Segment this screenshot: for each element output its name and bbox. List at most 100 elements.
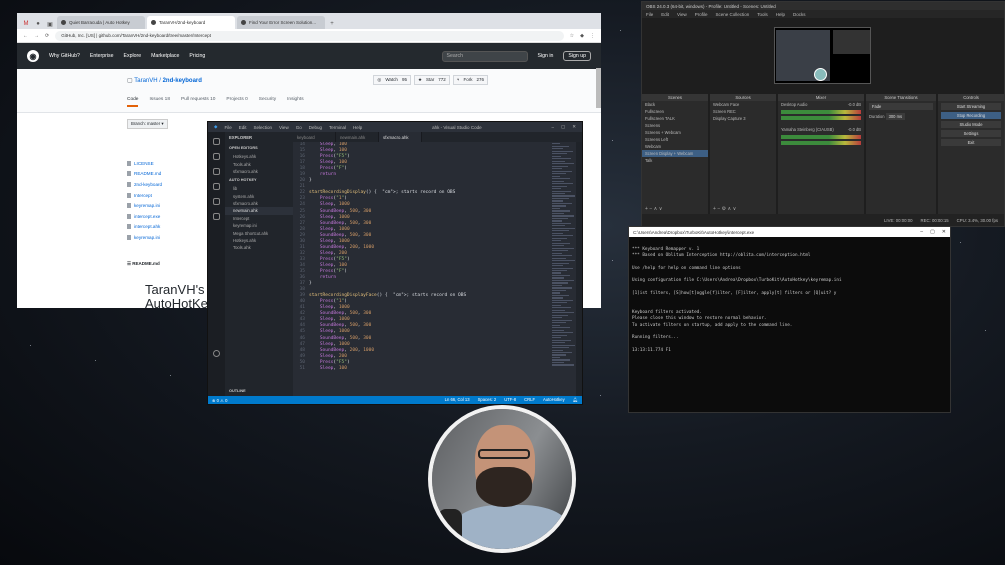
menu-edit[interactable]: Edit xyxy=(239,125,247,130)
open-editor-item[interactable]: sfxmacro.ahk xyxy=(225,168,293,175)
tree-item[interactable]: Tools.ahk xyxy=(225,244,293,251)
editor-tab[interactable]: newmain.ahk xyxy=(336,132,379,142)
source-control-icon[interactable] xyxy=(213,168,220,175)
problems-indicator[interactable]: ⊗ 0 ⚠ 0 xyxy=(212,398,227,403)
scene-item[interactable]: Screens Left xyxy=(642,136,708,143)
extensions-icon[interactable] xyxy=(213,198,220,205)
extension-icon[interactable]: ◆ xyxy=(580,33,584,39)
obs-preview[interactable] xyxy=(774,27,871,84)
explorer-icon[interactable] xyxy=(213,138,220,145)
menu-debug[interactable]: Debug xyxy=(309,125,322,130)
scene-item[interactable]: Talk xyxy=(642,157,708,164)
github-search-input[interactable]: Search xyxy=(441,50,528,62)
code-editor[interactable]: 14 Sleep, 100 15 Sleep, 100 16 Press("F5")… xyxy=(293,142,550,398)
maximize-icon[interactable]: ▢ xyxy=(561,124,565,130)
obs-menu-docks[interactable]: Docks xyxy=(793,12,806,17)
scene-item[interactable]: Screens xyxy=(642,122,708,129)
pinned-tab-icon[interactable]: ● xyxy=(33,19,43,29)
repo-owner-link[interactable]: TaranVH xyxy=(134,78,157,84)
source-item[interactable]: Screen REC xyxy=(710,108,776,115)
tree-item[interactable]: sfxmacro.ahk xyxy=(225,200,293,207)
menu-help[interactable]: Help xyxy=(353,125,362,130)
maximize-icon[interactable]: ▢ xyxy=(930,229,935,235)
menu-go[interactable]: Go xyxy=(296,125,302,130)
tree-item[interactable]: Hotkeys.ahk xyxy=(225,237,293,244)
sign-in-link[interactable]: Sign in xyxy=(538,53,554,59)
browser-tab[interactable]: Find Your Error Screen Solution... xyxy=(237,16,325,29)
new-tab-icon[interactable]: + xyxy=(327,19,337,29)
studio-mode-button[interactable]: Studio Mode xyxy=(941,121,1001,128)
file-row[interactable]: keyremap.ini xyxy=(127,200,219,211)
add-icon[interactable]: + xyxy=(713,206,716,212)
down-icon[interactable]: ∨ xyxy=(659,206,663,212)
tab-code[interactable]: Code xyxy=(127,97,139,107)
remove-icon[interactable]: − xyxy=(649,206,652,212)
volume-meter[interactable] xyxy=(781,110,861,114)
scene-item[interactable]: Fullscreen xyxy=(642,108,708,115)
remove-icon[interactable]: − xyxy=(717,206,720,212)
source-item[interactable]: Webcam Face xyxy=(710,101,776,108)
settings-button[interactable]: Settings xyxy=(941,130,1001,137)
browser-tab-active[interactable]: TaranVH/2nd-keyboard xyxy=(147,16,235,29)
menu-terminal[interactable]: Terminal xyxy=(329,125,346,130)
obs-menu-help[interactable]: Help xyxy=(776,12,785,17)
cursor-position[interactable]: Ln 66, Col 13 xyxy=(445,397,470,403)
menu-file[interactable]: File xyxy=(224,125,231,130)
indentation[interactable]: Spaces: 2 xyxy=(478,397,497,403)
obs-menu-view[interactable]: View xyxy=(677,12,687,17)
gear-icon[interactable]: ⚙ xyxy=(722,206,726,212)
close-icon[interactable]: ✕ xyxy=(942,229,946,235)
sign-up-button[interactable]: Sign up xyxy=(563,51,591,61)
star-button[interactable]: ★ Star 772 xyxy=(413,75,450,85)
minimap[interactable] xyxy=(550,142,576,398)
address-bar[interactable]: GitHub, Inc. [US] | github.com/TaranVH/2… xyxy=(55,30,564,41)
scene-item[interactable]: Screens + Webcam xyxy=(642,129,708,136)
obs-menu-profile[interactable]: Profile xyxy=(695,12,708,17)
tree-item[interactable]: keyremap.ini xyxy=(225,222,293,229)
volume-meter[interactable] xyxy=(781,116,861,120)
tab-pull-requests[interactable]: Pull requests 10 xyxy=(181,97,215,107)
file-row[interactable]: keyremap.ini xyxy=(127,232,219,243)
open-editor-item[interactable]: Tools.ahk xyxy=(225,160,293,167)
editor-tab-active[interactable]: sfxmacro.ahk xyxy=(379,132,422,142)
forward-icon[interactable]: → xyxy=(34,33,39,39)
settings-gear-icon[interactable] xyxy=(213,350,220,357)
nav-marketplace[interactable]: Marketplace xyxy=(151,53,179,59)
bell-icon[interactable]: 🔔︎ xyxy=(573,397,578,403)
fork-button[interactable]: ⑂ Fork 276 xyxy=(452,75,488,85)
nav-enterprise[interactable]: Enterprise xyxy=(90,53,114,59)
minimize-icon[interactable]: – xyxy=(920,229,923,235)
nav-explore[interactable]: Explore xyxy=(124,53,142,59)
encoding[interactable]: UTF-8 xyxy=(504,397,516,403)
folder-header[interactable]: AUTO HOTKEY xyxy=(225,175,293,185)
code-line[interactable]: 51 Sleep, 100 xyxy=(293,366,550,372)
folder-icon[interactable] xyxy=(213,213,220,220)
language-mode[interactable]: AutoHotkey xyxy=(543,397,565,403)
gmail-pinned-tab-icon[interactable]: M xyxy=(21,19,31,29)
back-icon[interactable]: ← xyxy=(23,33,28,39)
tree-item[interactable]: Intercept xyxy=(225,215,293,222)
github-logo-icon[interactable]: ◉ xyxy=(27,50,39,62)
file-row[interactable]: intercept.ahk xyxy=(127,222,219,233)
browser-tab[interactable]: Quiet Barracuda | Auto Hotkey xyxy=(57,16,145,29)
debug-icon[interactable] xyxy=(213,183,220,190)
scene-item[interactable]: Black xyxy=(642,101,708,108)
volume-meter[interactable] xyxy=(781,135,861,139)
start-streaming-button[interactable]: Start Streaming xyxy=(941,103,1001,110)
tab-insights[interactable]: Insights xyxy=(287,97,304,107)
tree-item[interactable]: lib xyxy=(225,185,293,192)
tab-security[interactable]: Security xyxy=(259,97,276,107)
add-icon[interactable]: + xyxy=(645,206,648,212)
close-icon[interactable]: ✕ xyxy=(572,124,576,130)
obs-menu-edit[interactable]: Edit xyxy=(661,12,669,17)
duration-input[interactable]: 300 ms xyxy=(885,113,906,120)
branch-selector[interactable]: Branch: master ▾ xyxy=(127,119,168,129)
browser-scrollbar[interactable] xyxy=(596,68,601,108)
minimize-icon[interactable]: – xyxy=(551,125,554,130)
down-icon[interactable]: ∨ xyxy=(733,206,737,212)
pinned-tab-icon[interactable]: ▣ xyxy=(45,19,55,29)
file-row[interactable]: LICENSE xyxy=(127,158,219,169)
menu-kebab-icon[interactable]: ⋮ xyxy=(590,33,595,39)
scene-item[interactable]: Webcam xyxy=(642,143,708,150)
tree-item[interactable]: system.ahk xyxy=(225,193,293,200)
